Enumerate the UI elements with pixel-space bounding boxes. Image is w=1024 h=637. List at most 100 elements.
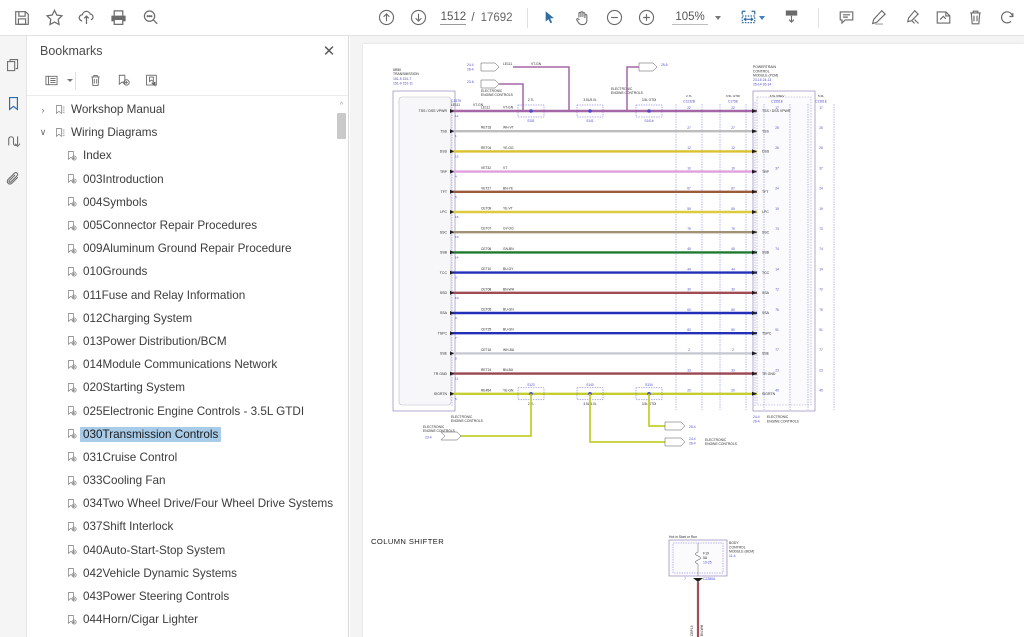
scroll-mode-icon[interactable] [775, 1, 807, 35]
bookmark-item[interactable]: 040Auto-Start-Stop System [27, 539, 349, 562]
bookmark-item-icon [63, 382, 80, 394]
bookmark-item[interactable]: 042Vehicle Dynamic Systems [27, 562, 349, 585]
close-icon[interactable]: ✕ [318, 40, 340, 62]
bookmark-item[interactable]: › Workshop Manual [27, 98, 349, 121]
scrollbar-thumb[interactable] [337, 113, 346, 139]
panel-title: Bookmarks [40, 44, 318, 58]
attachments-icon[interactable] [0, 160, 27, 198]
bookmark-folder-icon [51, 104, 68, 116]
terminal-right-11 [752, 331, 757, 335]
zoom-in-icon[interactable] [630, 1, 662, 35]
bookmark-item[interactable]: 010Grounds [27, 260, 349, 283]
comment-icon[interactable] [831, 1, 863, 35]
scroll-up-icon[interactable]: ^ [337, 100, 346, 111]
bookmark-item[interactable]: 033Cooling Fan [27, 469, 349, 492]
pin-VET32-col2: 10 [731, 166, 735, 170]
wire-code-CET06: GN-BN [503, 247, 514, 251]
callout-ref-23-6: 23-6 [467, 80, 474, 84]
splice-id-S151: S151 [527, 119, 535, 123]
bookmark-item-label: 009Aluminum Ground Repair Procedure [80, 242, 292, 255]
chevron-down-icon[interactable] [67, 79, 73, 82]
rotate-icon[interactable] [992, 1, 1024, 35]
bookmark-item[interactable]: 031Cruise Control [27, 446, 349, 469]
bookmark-item-label: 031Cruise Control [80, 451, 177, 464]
bookmark-item[interactable]: 009Aluminum Ground Repair Procedure [27, 237, 349, 260]
signature-icon[interactable] [0, 122, 27, 160]
bookmark-item[interactable]: 012Charging System [27, 307, 349, 330]
pin-VET27-col2: 67 [731, 187, 735, 191]
goto-bookmark-icon[interactable] [137, 69, 165, 93]
bookmark-item[interactable]: 034Two Wheel Drive/Four Wheel Drive Syst… [27, 492, 349, 515]
bookmark-item-label: 013Power Distribution/BCM [80, 335, 227, 348]
pen-draw-icon[interactable] [895, 1, 927, 35]
left-pin-label-SSD: SSD [440, 291, 448, 295]
chevron-right-icon[interactable]: › [35, 105, 51, 115]
save-icon[interactable] [6, 1, 38, 35]
bookmark-item[interactable]: 044Horn/Cigar Lighter [27, 608, 349, 631]
bookmarks-scrollbar[interactable]: ^ [337, 100, 346, 637]
terminal-right-1 [752, 129, 757, 133]
bookmark-item[interactable]: 043Power Steering Controls [27, 585, 349, 608]
wire-id-le111-top: LE111 [503, 62, 512, 66]
bookmark-item[interactable]: 013Power Distribution/BCM [27, 330, 349, 353]
pin-CET07-col1: 79 [687, 227, 691, 231]
chevron-down-icon[interactable] [715, 16, 721, 20]
stamp-icon[interactable] [927, 1, 959, 35]
right-module-ref-2: 25-14 26-14 [753, 82, 771, 86]
next-page-icon[interactable] [402, 1, 434, 35]
pin-RET04-col1: 12 [687, 146, 691, 150]
zoom-out-icon[interactable] [598, 1, 630, 35]
previous-page-icon[interactable] [370, 1, 402, 35]
bookmark-item[interactable]: 011Fuse and Relay Information [27, 284, 349, 307]
connector-id-C175E: C175E [728, 100, 739, 104]
left-pin-label-TSPC: TSPC [438, 331, 448, 335]
bookmark-item[interactable]: 005Connector Repair Procedures [27, 214, 349, 237]
thumbnails-icon[interactable] [0, 46, 27, 84]
bookmark-item[interactable]: Index [27, 144, 349, 167]
bookmark-item[interactable]: 025Electronic Engine Controls - 3.5L GTD… [27, 399, 349, 422]
left-pin-number-12: 8 [455, 356, 457, 360]
right-pin-label-13: TR GND [762, 372, 776, 376]
pin-CET25-col2: 80 [731, 328, 735, 332]
bookmark-item[interactable]: 037Shift Interlock [27, 515, 349, 538]
cloud-upload-icon[interactable] [70, 1, 102, 35]
cursor-icon[interactable] [534, 1, 566, 35]
left-module-ref-2: 151-9 151-11 [393, 82, 413, 86]
fit-options-chevron-icon[interactable] [759, 16, 765, 20]
bookmark-item[interactable]: 020Starting System [27, 376, 349, 399]
zoom-control[interactable]: 105% [672, 11, 720, 25]
bookmark-item[interactable]: 003Introduction [27, 168, 349, 191]
left-pin-label-SSB: SSB [440, 251, 448, 255]
print-icon[interactable] [103, 1, 135, 35]
trash-icon[interactable] [959, 1, 991, 35]
new-bookmark-icon[interactable] [109, 69, 137, 93]
hand-icon[interactable] [566, 1, 598, 35]
page-number-input[interactable]: 1512 [440, 11, 466, 25]
pin-VET32-col3: 37 [775, 166, 779, 170]
pin-RET33-col4: 25 [819, 126, 823, 130]
bookmarks-tree[interactable]: › Workshop Manual∨ Wiring Diagrams Index… [27, 98, 349, 637]
splice-bot-id-S123: S123 [527, 383, 535, 387]
bookmark-item[interactable]: 004Symbols [27, 191, 349, 214]
chevron-down-icon[interactable]: ∨ [35, 127, 51, 138]
wire-code-vtgn-top: VT-GN [531, 62, 542, 66]
bookmark-item-selected[interactable]: 030Transmission Controls [27, 423, 349, 446]
left-pin-number-9: 10 [455, 296, 459, 300]
bcm-title-3: MODULE (BCM) [729, 550, 754, 554]
top-toolbar: 1512 / 17692 105% [0, 0, 1024, 36]
document-viewport[interactable]: 6R80TRANSMISSION151-5 151-7151-9 151-11C… [350, 36, 1024, 637]
star-icon[interactable] [38, 1, 70, 35]
right-module-footer-ref-1: 24-4 [753, 415, 760, 419]
callout-label-eec-1b: ENGINE CONTROLS [481, 93, 514, 97]
pin-VET32-col4: 37 [819, 166, 823, 170]
highlighter-icon[interactable] [863, 1, 895, 35]
list-options-icon[interactable] [37, 69, 65, 93]
bookmark-item-label: 040Auto-Start-Stop System [80, 544, 225, 557]
bookmark-item[interactable]: 014Module Communications Network [27, 353, 349, 376]
bookmark-item[interactable]: ∨ Wiring Diagrams [27, 121, 349, 144]
zoom-level-value[interactable]: 105% [672, 11, 707, 25]
delete-bookmark-icon[interactable] [81, 69, 109, 93]
pin-LE111-col4: 17 [819, 106, 823, 110]
search-icon[interactable] [135, 1, 167, 35]
bookmarks-icon[interactable] [0, 84, 27, 122]
